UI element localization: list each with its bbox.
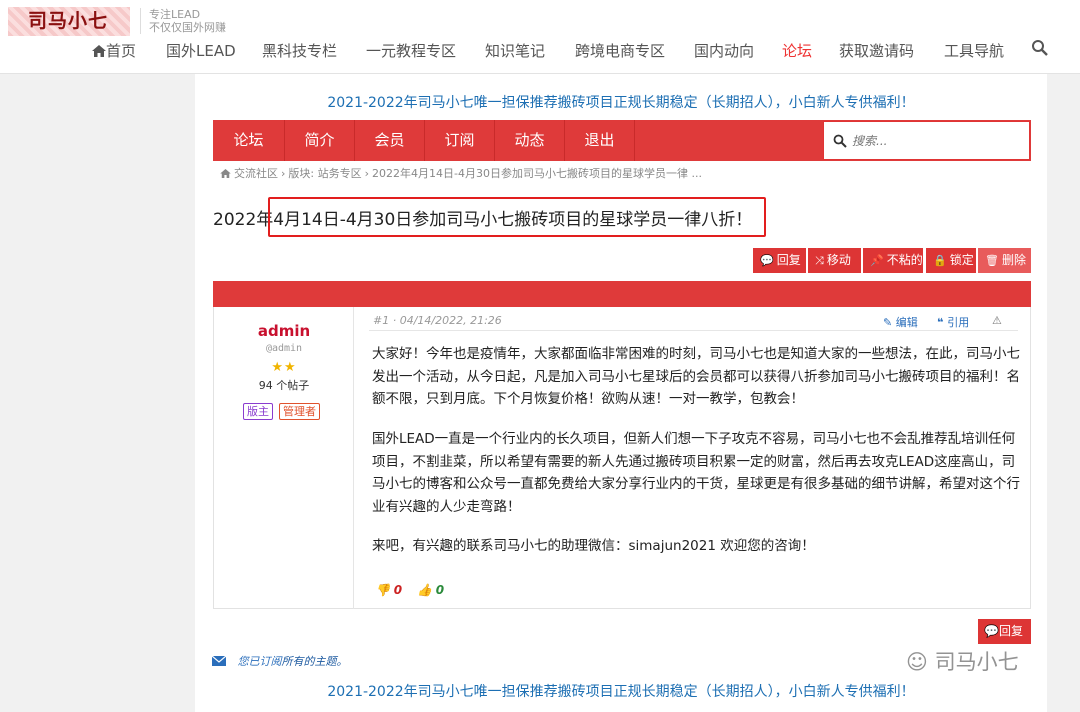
forum-tab-intro[interactable]: 简介 — [285, 120, 355, 161]
comment-icon: 💬 — [760, 254, 774, 267]
nav-item-lead[interactable]: 国外LEAD — [166, 40, 236, 61]
home-icon — [220, 169, 231, 178]
breadcrumb: 交流社区 › 版块: 站务专区 › 2022年4月14日-4月30日参加司马小七搬砖项目… — [220, 165, 705, 181]
trash-icon: 🗑 — [985, 254, 999, 267]
reply-button-bottom[interactable]: 💬回复 — [978, 619, 1031, 644]
unsticky-button[interactable]: 📌 不粘的 — [863, 248, 923, 273]
author-handle: @admin — [265, 343, 303, 354]
post-header-band — [213, 281, 1031, 307]
search-icon[interactable] — [1031, 39, 1049, 57]
breadcrumb-board[interactable]: 版块: 站务专区 — [288, 167, 361, 180]
delete-button[interactable]: 🗑 删除 — [978, 248, 1031, 273]
lock-button[interactable]: 🔒 锁定 — [926, 248, 976, 273]
promo-notice-bottom[interactable]: 2021-2022年司马小七唯一担保推荐搬砖项目正规长期稳定（长期招人），小白新… — [195, 681, 1047, 701]
subscription-prefix: 您已订阅 — [237, 655, 282, 668]
author-post-count: 94 个帖子 — [258, 379, 310, 392]
post-body: #1 · 04/14/2022, 21:26 ✎ 编辑 ❝ 引用 ⚠ 大家好！今… — [355, 307, 1032, 609]
title-highlight-box — [268, 197, 766, 237]
slogan-line-1: 专注LEAD — [149, 8, 201, 21]
pin-icon: 📌 — [870, 254, 884, 267]
home-icon — [92, 45, 106, 57]
badge-admin: 管理者 — [279, 403, 320, 420]
post-paragraph-3: 来吧，有兴趣的联系司马小七的助理微信：simajun2021 欢迎您的咨询！ — [372, 538, 815, 554]
thumbs-up-icon: 👍 — [417, 583, 432, 597]
forum-tab-logout[interactable]: 退出 — [565, 120, 635, 161]
pencil-icon: ✎ — [883, 316, 896, 329]
author-name[interactable]: admin — [214, 322, 354, 340]
nav-item-ecommerce[interactable]: 跨境电商专区 — [575, 40, 665, 61]
upvote-count: 0 — [435, 583, 445, 597]
chevron-right-icon: › — [364, 167, 370, 180]
wechat-icon: ☺ — [906, 650, 935, 674]
post-paragraph-2: 国外LEAD一直是一个行业内的长久项目，但新人们想一下子攻克不容易，司马小七也不… — [372, 431, 1020, 515]
forum-post: admin @admin ★★ 94 个帖子 版主 管理者 #1 · 04/14… — [213, 307, 1031, 609]
nav-item-invite[interactable]: 获取邀请码 — [839, 40, 914, 61]
move-button[interactable]: ⤨ 移动 — [808, 248, 861, 273]
post-meta[interactable]: #1 · 04/14/2022, 21:26 — [373, 314, 502, 327]
breadcrumb-topic: 2022年4月14日-4月30日参加司马小七搬砖项目的星球学员一律 ... — [372, 167, 702, 180]
search-icon — [833, 134, 847, 148]
upvote-button[interactable]: 👍 0 — [417, 583, 444, 597]
post-paragraph-1: 大家好！今年也是疫情年，大家都面临非常困难的时刻，司马小七也是知道大家的一些想法… — [372, 346, 1020, 407]
post-divider — [369, 330, 1018, 331]
forum-search-input[interactable] — [852, 130, 1022, 152]
quote-icon: ❝ — [937, 316, 948, 329]
post-author-panel: admin @admin ★★ 94 个帖子 版主 管理者 — [214, 307, 354, 609]
edit-button[interactable]: ✎ 编辑 — [883, 314, 918, 330]
nav-item-tools[interactable]: 工具导航 — [944, 40, 1004, 61]
downvote-button[interactable]: 👎 0 — [375, 583, 402, 597]
comment-icon: 💬 — [984, 624, 999, 638]
badge-moderator: 版主 — [243, 403, 273, 420]
forum-tab-subscribe[interactable]: 订阅 — [425, 120, 495, 161]
forum-tab-activity[interactable]: 动态 — [495, 120, 565, 161]
nav-item-domestic[interactable]: 国内动向 — [694, 40, 754, 61]
downvote-count: 0 — [393, 583, 403, 597]
quote-button[interactable]: ❝ 引用 — [937, 314, 969, 330]
lock-icon: 🔒 — [933, 254, 947, 267]
nav-item-notes[interactable]: 知识笔记 — [485, 40, 545, 61]
site-header: 司马小七 专注LEAD 不仅仅国外网赚 首页 国外LEAD 黑科技专栏 一元教程… — [0, 0, 1080, 74]
thumbs-down-icon: 👎 — [375, 583, 390, 597]
forum-search-box — [823, 121, 1030, 160]
promo-notice-top[interactable]: 2021-2022年司马小七唯一担保推荐搬砖项目正规长期稳定（长期招人），小白新… — [195, 92, 1047, 112]
report-icon[interactable]: ⚠ — [992, 314, 1002, 327]
site-logo[interactable]: 司马小七 — [8, 7, 130, 36]
subscription-status: 您已订阅所有的主题。 — [211, 653, 348, 669]
forum-tab-members[interactable]: 会员 — [355, 120, 425, 161]
shuffle-icon: ⤨ — [815, 254, 824, 267]
site-slogan: 专注LEAD 不仅仅国外网赚 — [140, 8, 226, 34]
reply-button[interactable]: 💬 回复 — [753, 248, 806, 273]
chevron-right-icon: › — [281, 167, 286, 180]
forum-nav-bar: 论坛 简介 会员 订阅 动态 退出 — [213, 120, 1031, 161]
nav-item-tutorial[interactable]: 一元教程专区 — [366, 40, 456, 61]
wechat-watermark: ☺ 司马小七 — [906, 650, 1019, 674]
forum-tab-forum[interactable]: 论坛 — [213, 120, 285, 161]
nav-item-tech[interactable]: 黑科技专栏 — [262, 40, 337, 61]
rank-stars-icon: ★★ — [271, 360, 297, 375]
slogan-line-2: 不仅仅国外网赚 — [149, 21, 226, 34]
nav-item-forum[interactable]: 论坛 — [782, 40, 812, 61]
breadcrumb-community[interactable]: 交流社区 — [234, 167, 278, 180]
nav-item-home[interactable]: 首页 — [92, 40, 136, 61]
subscription-link[interactable]: 所有的主题。 — [282, 655, 348, 668]
envelope-icon — [211, 655, 227, 666]
